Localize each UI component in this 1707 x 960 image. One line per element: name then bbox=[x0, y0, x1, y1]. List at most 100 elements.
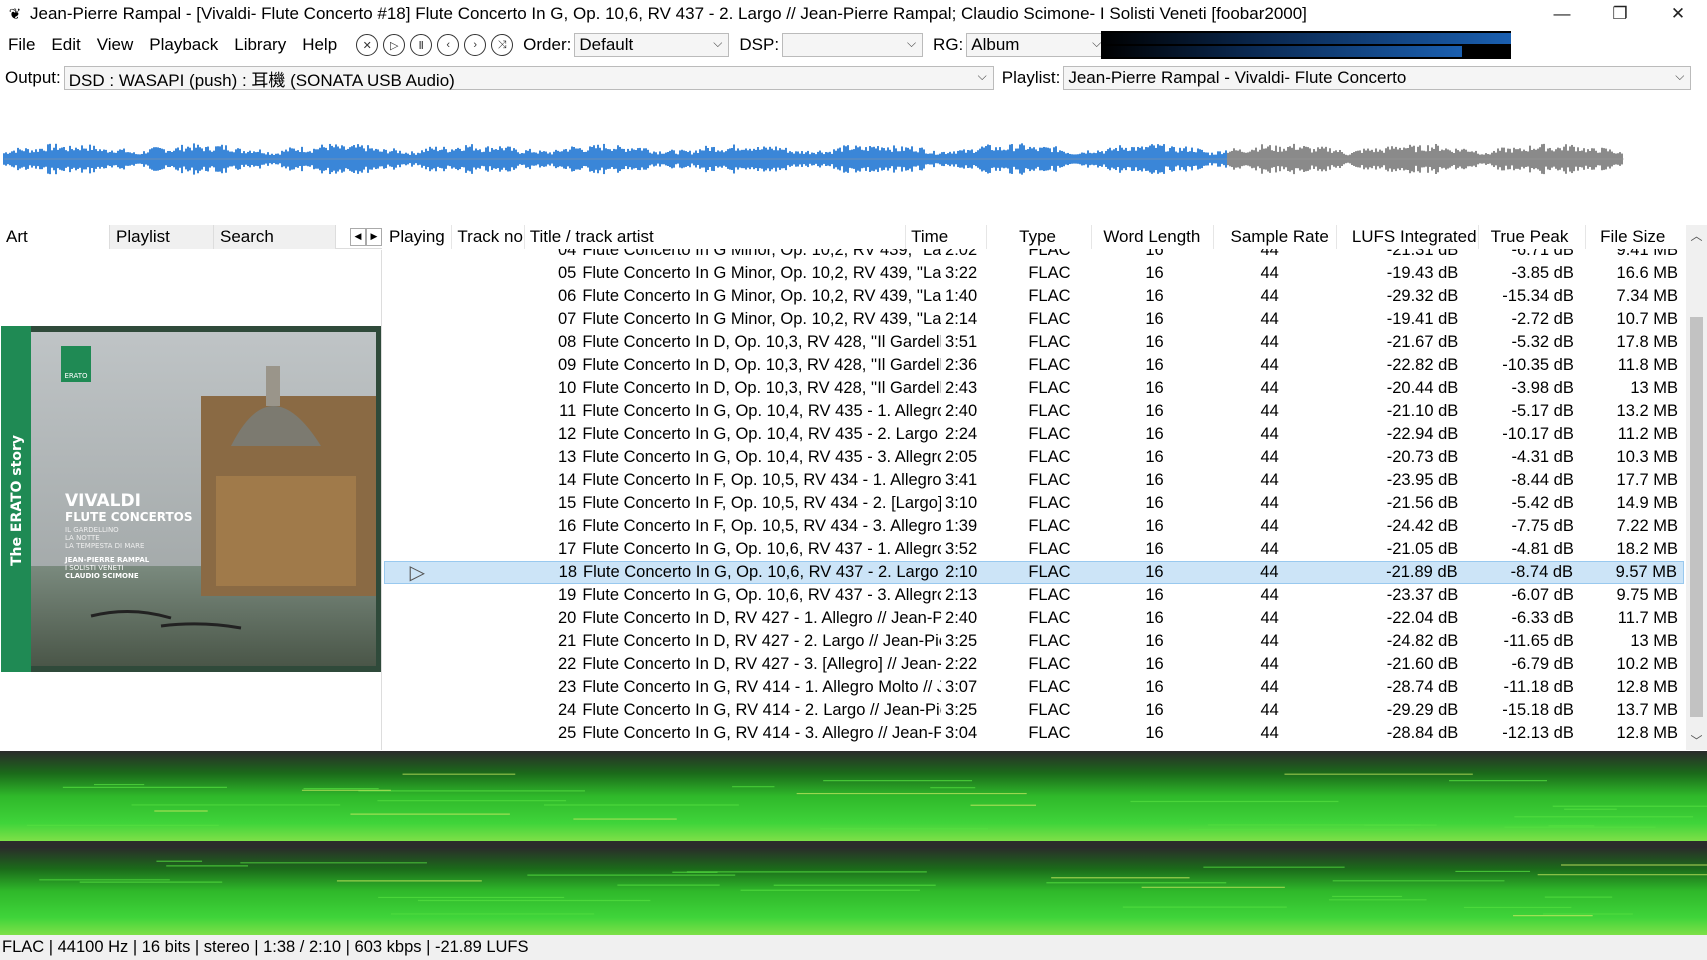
playing-indicator bbox=[384, 423, 449, 446]
playing-indicator bbox=[384, 354, 449, 377]
tab-playlist[interactable]: Playlist bbox=[110, 225, 214, 249]
foobar-app-icon[interactable]: ❦ bbox=[4, 3, 26, 25]
menu-edit[interactable]: Edit bbox=[43, 35, 88, 55]
scrollbar-thumb[interactable] bbox=[1690, 317, 1703, 717]
table-row[interactable]: 16 Flute Concerto In F, Op. 10,5, RV 434 … bbox=[384, 515, 1684, 538]
tab-art[interactable]: Art bbox=[0, 225, 110, 249]
track-sample-rate: 44 bbox=[1260, 609, 1279, 627]
column-lufs[interactable]: LUFS Integrated bbox=[1337, 225, 1479, 249]
table-row[interactable]: 12 Flute Concerto In G, Op. 10,4, RV 435 … bbox=[384, 423, 1684, 446]
tab-right-arrow-icon[interactable]: ▶ bbox=[366, 227, 382, 246]
previous-button[interactable]: ‹ bbox=[437, 34, 460, 56]
stop-button[interactable]: ✕ bbox=[356, 34, 379, 56]
scroll-up-icon[interactable]: ︿ bbox=[1686, 225, 1707, 245]
table-row[interactable]: 25 Flute Concerto In G, RV 414 - 3. Alleg… bbox=[384, 722, 1684, 745]
rg-value: Album bbox=[971, 35, 1020, 54]
table-row[interactable]: 10 Flute Concerto In D, Op. 10,3, RV 428,… bbox=[384, 377, 1684, 400]
column-playing[interactable]: Playing bbox=[384, 225, 453, 249]
track-title: Flute Concerto In G, Op. 10,6, RV 437 - … bbox=[582, 540, 942, 558]
playlist-view[interactable]: 04 Flute Concerto In G Minor, Op. 10,2, R… bbox=[384, 249, 1684, 749]
table-row[interactable]: 04 Flute Concerto In G Minor, Op. 10,2, R… bbox=[384, 249, 1684, 262]
track-word-length: 16 bbox=[1145, 356, 1164, 374]
track-number: 10 bbox=[557, 379, 577, 397]
track-true-peak: -15.34 dB bbox=[1502, 287, 1574, 305]
track-title: Flute Concerto In G, Op. 10,6, RV 437 - … bbox=[583, 563, 942, 581]
chevron-down-icon: ⌵ bbox=[713, 36, 723, 50]
next-button[interactable]: › bbox=[464, 34, 487, 56]
dsp-select[interactable]: ⌵ bbox=[782, 33, 924, 57]
volume-meter[interactable] bbox=[1101, 31, 1511, 59]
column-time[interactable]: Time bbox=[906, 225, 988, 249]
table-row[interactable]: 09 Flute Concerto In D, Op. 10,3, RV 428,… bbox=[384, 354, 1684, 377]
column-word-length[interactable]: Word Length bbox=[1092, 225, 1214, 249]
track-time: 2:36 bbox=[945, 356, 978, 374]
menu-help[interactable]: Help bbox=[294, 35, 345, 55]
playlist-select[interactable]: Jean-Pierre Rampal - Vivaldi- Flute Conc… bbox=[1063, 66, 1692, 90]
table-row[interactable]: 22 Flute Concerto In D, RV 427 - 3. [Alle… bbox=[384, 653, 1684, 676]
playing-indicator bbox=[384, 469, 449, 492]
track-sample-rate: 44 bbox=[1260, 356, 1279, 374]
playing-indicator bbox=[384, 676, 449, 699]
table-row[interactable]: 24 Flute Concerto In G, RV 414 - 2. Largo… bbox=[384, 699, 1684, 722]
table-row[interactable]: 23 Flute Concerto In G, RV 414 - 1. Alleg… bbox=[384, 676, 1684, 699]
track-lufs: -24.82 dB bbox=[1386, 632, 1459, 650]
waveform-unplayed bbox=[4, 143, 1624, 175]
track-lufs: -21.56 dB bbox=[1386, 494, 1459, 512]
track-lufs: -21.05 dB bbox=[1386, 540, 1459, 558]
tab-left-arrow-icon[interactable]: ◀ bbox=[350, 227, 366, 246]
album-subtitle-2: LA NOTTE bbox=[65, 534, 100, 542]
waveform-seekbar[interactable] bbox=[0, 104, 1707, 214]
table-row[interactable]: 13 Flute Concerto In G, Op. 10,4, RV 435 … bbox=[384, 446, 1684, 469]
column-type[interactable]: Type bbox=[987, 225, 1093, 249]
table-row[interactable]: 15 Flute Concerto In F, Op. 10,5, RV 434 … bbox=[384, 492, 1684, 515]
track-type: FLAC bbox=[1028, 249, 1071, 259]
track-sample-rate: 44 bbox=[1260, 724, 1279, 742]
table-row[interactable]: ▷ 18 Flute Concerto In G, Op. 10,6, RV 437… bbox=[384, 561, 1684, 584]
track-number: 19 bbox=[557, 586, 577, 604]
now-playing-icon: ▷ bbox=[409, 562, 425, 584]
tab-search[interactable]: Search bbox=[214, 225, 336, 249]
minimize-button[interactable]: — bbox=[1533, 0, 1591, 28]
column-file-size[interactable]: File Size bbox=[1586, 225, 1684, 249]
table-row[interactable]: 20 Flute Concerto In D, RV 427 - 1. Alleg… bbox=[384, 607, 1684, 630]
pause-button[interactable]: Ⅱ bbox=[410, 34, 433, 56]
table-row[interactable]: 08 Flute Concerto In D, Op. 10,3, RV 428,… bbox=[384, 331, 1684, 354]
scroll-down-icon[interactable]: ﹀ bbox=[1686, 730, 1707, 750]
table-row[interactable]: 05 Flute Concerto In G Minor, Op. 10,2, R… bbox=[384, 262, 1684, 285]
random-button[interactable]: ⤨ bbox=[491, 34, 514, 56]
playing-indicator bbox=[384, 285, 449, 308]
play-button[interactable]: ▷ bbox=[383, 34, 406, 56]
track-true-peak: -10.35 dB bbox=[1502, 356, 1574, 374]
menu-view[interactable]: View bbox=[89, 35, 142, 55]
track-time: 3:25 bbox=[945, 632, 978, 650]
column-sample-rate[interactable]: Sample Rate bbox=[1214, 225, 1337, 249]
table-row[interactable]: 06 Flute Concerto In G Minor, Op. 10,2, R… bbox=[384, 285, 1684, 308]
track-true-peak: -4.31 dB bbox=[1511, 448, 1574, 466]
track-type: FLAC bbox=[1028, 540, 1071, 558]
column-title[interactable]: Title / track artist bbox=[525, 225, 907, 249]
track-word-length: 16 bbox=[1145, 249, 1164, 259]
table-row[interactable]: 07 Flute Concerto In G Minor, Op. 10,2, R… bbox=[384, 308, 1684, 331]
table-row[interactable]: 19 Flute Concerto In G, Op. 10,6, RV 437 … bbox=[384, 584, 1684, 607]
menu-file[interactable]: File bbox=[0, 35, 43, 55]
close-button[interactable]: ✕ bbox=[1649, 0, 1707, 28]
track-file-size: 13 MB bbox=[1630, 379, 1678, 397]
menu-playback[interactable]: Playback bbox=[141, 35, 226, 55]
order-select[interactable]: Default ⌵ bbox=[574, 33, 730, 57]
playlist-scrollbar[interactable]: ︿ ﹀ bbox=[1686, 225, 1707, 750]
menu-library[interactable]: Library bbox=[226, 35, 294, 55]
restore-button[interactable]: ❐ bbox=[1591, 0, 1649, 28]
table-row[interactable]: 17 Flute Concerto In G, Op. 10,6, RV 437 … bbox=[384, 538, 1684, 561]
track-lufs: -22.04 dB bbox=[1386, 609, 1459, 627]
track-file-size: 16.6 MB bbox=[1616, 264, 1678, 282]
track-time: 2:43 bbox=[945, 379, 978, 397]
track-type: FLAC bbox=[1028, 448, 1071, 466]
table-row[interactable]: 11 Flute Concerto In G, Op. 10,4, RV 435 … bbox=[384, 400, 1684, 423]
column-true-peak[interactable]: True Peak bbox=[1479, 225, 1587, 249]
column-track-no[interactable]: Track no bbox=[452, 225, 525, 249]
rg-select[interactable]: Album ⌵ bbox=[966, 33, 1109, 57]
table-row[interactable]: 14 Flute Concerto In F, Op. 10,5, RV 434 … bbox=[384, 469, 1684, 492]
table-row[interactable]: 21 Flute Concerto In D, RV 427 - 2. Largo… bbox=[384, 630, 1684, 653]
track-word-length: 16 bbox=[1145, 517, 1164, 535]
output-device-select[interactable]: DSD : WASAPI (push) : 耳機 (SONATA USB Aud… bbox=[63, 66, 994, 90]
